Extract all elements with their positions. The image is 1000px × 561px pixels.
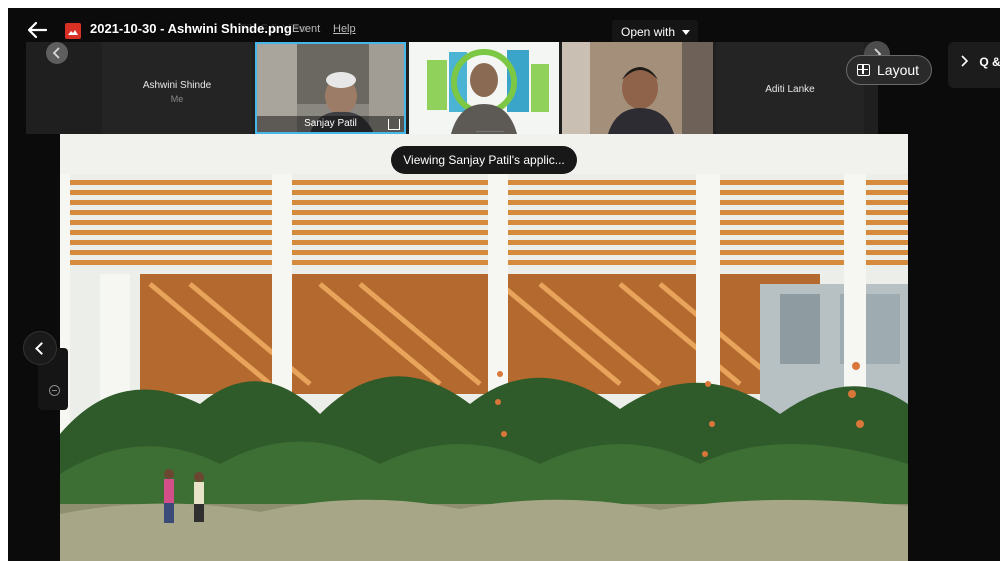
zoom-out-icon[interactable] xyxy=(49,385,60,396)
participant-name-tag: Sanjay Patil xyxy=(257,116,404,132)
screen-share-icon xyxy=(388,119,400,130)
chevron-left-icon[interactable] xyxy=(46,42,68,64)
file-title: 2021-10-30 - Ashwini Shinde.png xyxy=(90,21,292,36)
participant-video xyxy=(409,42,559,134)
caret-down-icon xyxy=(682,30,690,35)
participant-video xyxy=(562,42,713,134)
meeting-window: File Edit View 2021-10-30 - Ashwini Shin… xyxy=(8,8,1000,561)
participant-tile[interactable]: Ashwini Shinde Me xyxy=(102,42,252,134)
participant-subtitle: Me xyxy=(170,94,184,104)
collapse-sidebar-button[interactable] xyxy=(23,331,57,365)
qa-panel-toggle[interactable]: Q & xyxy=(948,42,1000,88)
participant-tile[interactable]: Aditi Lanke xyxy=(716,42,864,134)
image-file-icon xyxy=(65,23,81,39)
qa-label: Q & xyxy=(979,55,1000,69)
participant-tile-active[interactable]: Sanjay Patil xyxy=(255,42,406,134)
layout-label: Layout xyxy=(877,62,920,78)
open-with-button[interactable]: Open with xyxy=(612,20,698,44)
shared-image xyxy=(60,134,908,561)
menu-event[interactable]: Event xyxy=(292,23,320,35)
back-arrow-icon[interactable] xyxy=(26,20,48,40)
participant-tile[interactable] xyxy=(562,42,713,134)
participant-tile[interactable] xyxy=(409,42,559,134)
grid-icon xyxy=(857,64,870,76)
participant-strip: Ashwini Shinde Me Sanjay Patil Aditi Lan… xyxy=(26,42,878,134)
open-with-label: Open with xyxy=(621,25,676,39)
participant-name: Ashwini Shinde xyxy=(142,80,212,91)
chevron-right-icon xyxy=(961,55,969,67)
layout-button[interactable]: Layout xyxy=(846,55,932,85)
viewing-notice: Viewing Sanjay Patil's applic... xyxy=(391,146,577,174)
photo-icon xyxy=(60,134,908,561)
menu-help[interactable]: Help xyxy=(333,23,356,35)
participant-name: Aditi Lanke xyxy=(765,84,815,95)
